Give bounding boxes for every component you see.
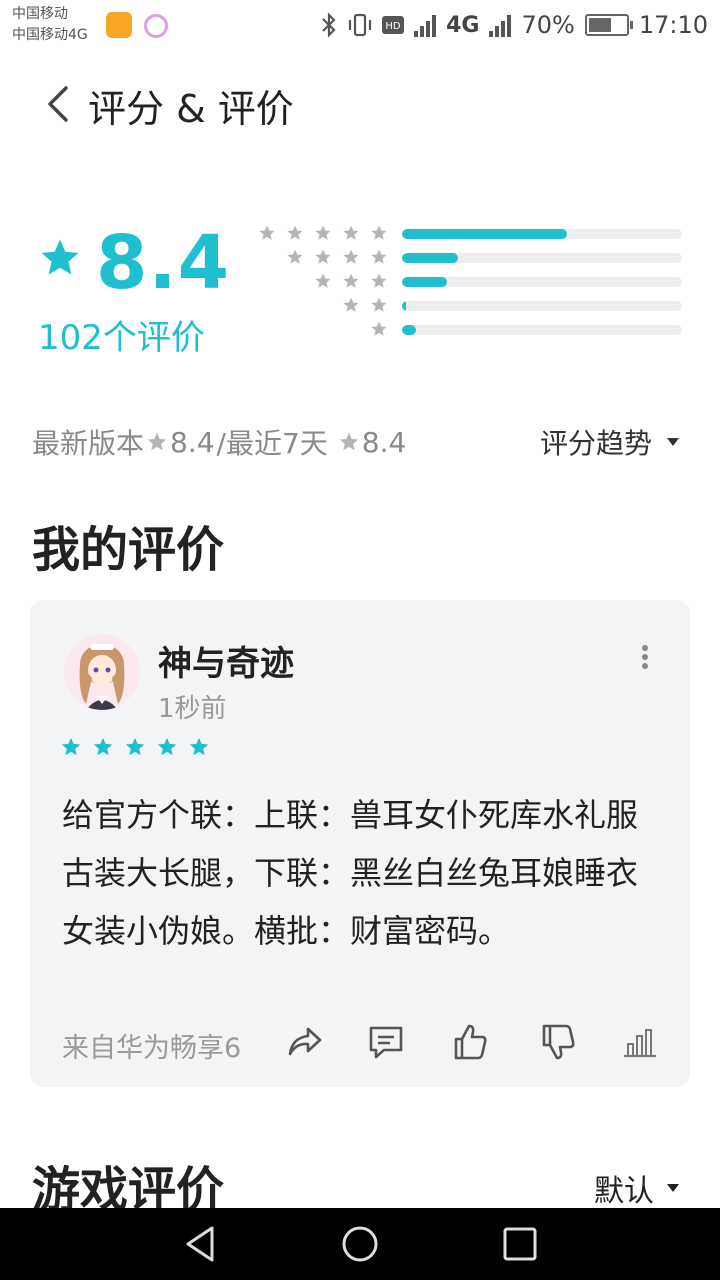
clock: 17:10 <box>638 11 708 39</box>
rating-row-3-stars <box>0 272 720 292</box>
rating-bar-fill <box>402 325 416 335</box>
recent-days-label: /最近7天 <box>216 427 328 460</box>
my-review-card: 神与奇迹 1秒前 给官方个联：上联：兽耳女仆死库水礼服古装大长腿，下联：黑丝白丝… <box>30 600 690 1087</box>
star-icon <box>147 432 167 451</box>
latest-version-score: 8.4 <box>170 425 215 459</box>
battery-icon <box>584 14 633 36</box>
rating-bar-fill <box>402 229 567 239</box>
bluetooth-icon <box>322 12 336 38</box>
star-icon <box>125 737 145 756</box>
page-title: 评分 & 评价 <box>88 87 294 131</box>
battery-percent: 70% <box>521 11 575 39</box>
rating-bar-fill <box>402 277 447 287</box>
share-icon[interactable] <box>284 1022 324 1062</box>
star-icon <box>371 225 387 240</box>
review-author: 神与奇迹 <box>158 644 294 684</box>
nav-recent-icon[interactable] <box>500 1224 540 1264</box>
hd-icon: HD <box>382 16 405 34</box>
version-score-line: 最新版本 8.4 /最近7天 8.4 <box>32 422 406 462</box>
triangle-down-icon <box>667 438 679 446</box>
star-icon <box>315 273 331 288</box>
star-icon <box>315 225 331 240</box>
star-icon <box>315 249 331 264</box>
rating-bar-track <box>402 277 682 287</box>
rating-row-5-stars <box>0 224 720 244</box>
comment-icon[interactable] <box>366 1022 406 1062</box>
star-icon <box>259 225 275 240</box>
svg-text:HD: HD <box>385 21 401 32</box>
review-time: 1秒前 <box>158 694 227 724</box>
rating-bar-fill <box>402 253 458 263</box>
signal-icon-2 <box>489 13 512 37</box>
review-stars <box>60 736 210 758</box>
star-icon <box>287 249 303 264</box>
uc-browser-icon <box>106 12 132 38</box>
more-vert-icon[interactable] <box>640 644 650 670</box>
carrier-primary: 中国移动 <box>12 6 68 22</box>
rating-bar-track <box>402 253 682 263</box>
rating-bar-fill <box>402 301 406 311</box>
avatar[interactable] <box>64 634 140 710</box>
star-icon <box>189 737 209 756</box>
rating-row-4-stars <box>0 248 720 268</box>
nav-home-icon[interactable] <box>340 1224 380 1264</box>
chart-icon[interactable] <box>620 1022 660 1062</box>
triangle-down-icon <box>667 1184 679 1192</box>
system-navigation-bar <box>0 1208 720 1280</box>
recent-score: 8.4 <box>361 425 407 459</box>
carrier-secondary: 中国移动4G <box>12 27 88 43</box>
rating-bar-track <box>402 325 682 335</box>
network-type: 4G <box>446 12 480 38</box>
star-icon <box>287 225 303 240</box>
signal-icon-1 <box>414 13 437 37</box>
latest-version-label: 最新版本 <box>32 427 145 460</box>
thumbs-up-icon[interactable] <box>450 1022 490 1062</box>
rating-bar-track <box>402 301 682 311</box>
star-icon <box>343 273 359 288</box>
sort-dropdown[interactable]: 默认 <box>594 1166 680 1210</box>
star-icon <box>371 273 387 288</box>
rating-bar-track <box>402 229 682 239</box>
star-icon <box>339 432 358 451</box>
status-bar: 中国移动 中国移动4G HD 4G 70% 17:10 <box>0 0 720 50</box>
my-review-title: 我的评价 <box>32 522 225 578</box>
review-text: 给官方个联：上联：兽耳女仆死库水礼服古装大长腿，下联：黑丝白丝兔耳娘睡衣女装小伪… <box>62 796 639 950</box>
star-icon <box>61 737 81 756</box>
app-notification-icon <box>144 14 168 38</box>
vibrate-icon <box>349 13 372 37</box>
rating-row-2-stars <box>0 296 720 316</box>
star-icon <box>93 737 113 756</box>
rating-row-1-stars <box>0 320 720 340</box>
sort-label: 默认 <box>594 1174 654 1209</box>
star-icon <box>157 737 177 756</box>
nav-back-icon[interactable] <box>180 1224 220 1264</box>
rating-trend-dropdown[interactable]: 评分趋势 <box>540 422 680 462</box>
star-icon <box>371 249 387 264</box>
star-icon <box>371 321 387 336</box>
rating-trend-label: 评分趋势 <box>539 427 652 460</box>
thumbs-down-icon[interactable] <box>538 1022 578 1062</box>
star-icon <box>343 225 359 240</box>
star-icon <box>343 249 359 264</box>
review-device-source: 来自华为畅享6 <box>62 1033 242 1064</box>
back-icon[interactable] <box>38 82 78 126</box>
star-icon <box>371 297 387 312</box>
star-icon <box>343 297 359 312</box>
